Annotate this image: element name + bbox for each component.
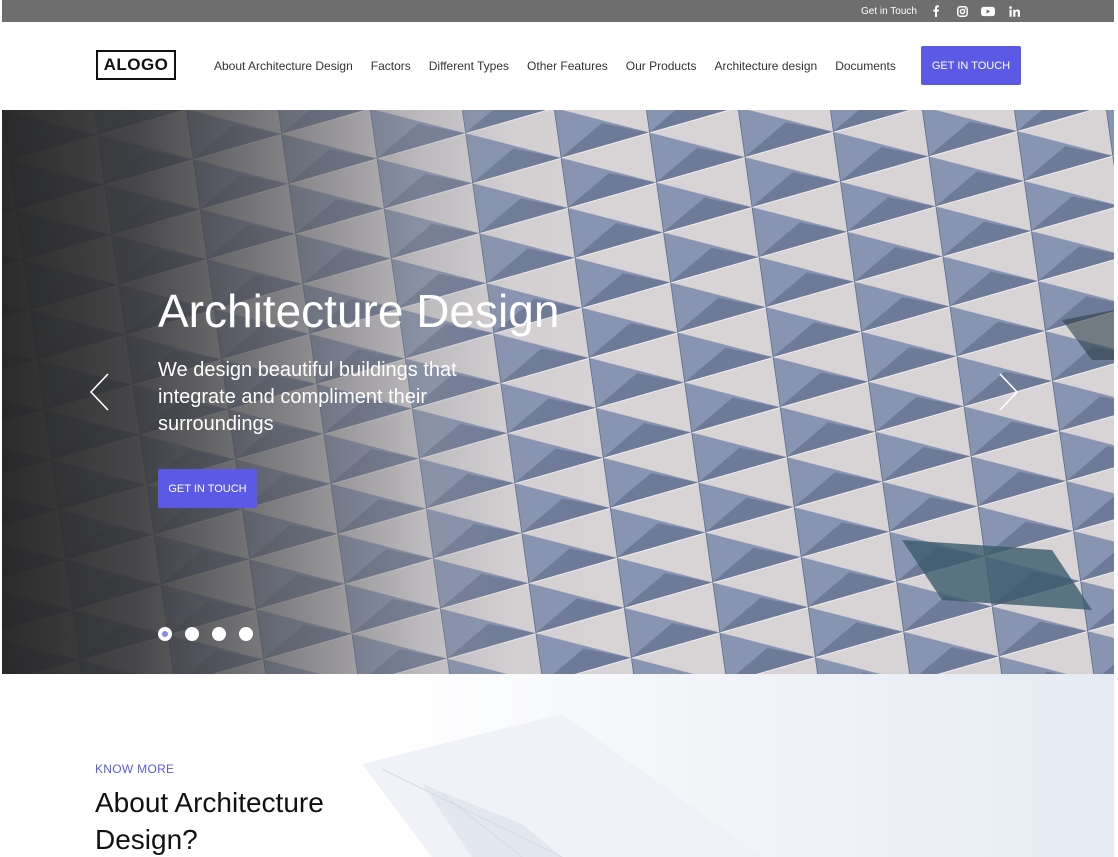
nav-item-our-products[interactable]: Our Products [626, 59, 697, 73]
nav-item-about-architecture-design[interactable]: About Architecture Design [214, 59, 353, 73]
section-eyebrow: KNOW MORE [95, 762, 175, 776]
carousel-dot-4[interactable] [239, 627, 253, 641]
linkedin-icon[interactable] [1007, 4, 1021, 18]
hero-get-in-touch-button[interactable]: GET IN TOUCH [158, 469, 257, 508]
carousel-next-arrow-icon[interactable] [996, 372, 1020, 412]
nav-item-architecture-design[interactable]: Architecture design [714, 59, 817, 73]
nav-item-different-types[interactable]: Different Types [429, 59, 509, 73]
top-bar: Get in Touch [2, 0, 1114, 22]
nav-item-documents[interactable]: Documents [835, 59, 896, 73]
about-section: KNOW MORE About Architecture Design? [2, 674, 1114, 857]
main-nav: About Architecture Design Factors Differ… [214, 46, 914, 86]
youtube-icon[interactable] [981, 4, 995, 18]
facebook-icon[interactable] [929, 4, 943, 18]
carousel-indicators [158, 627, 253, 641]
nav-item-other-features[interactable]: Other Features [527, 59, 608, 73]
get-in-touch-link[interactable]: Get in Touch [861, 6, 917, 17]
top-bar-links: Get in Touch [861, 0, 1021, 22]
hero-carousel: Architecture Design We design beautiful … [2, 110, 1114, 674]
header-get-in-touch-button[interactable]: GET IN TOUCH [921, 46, 1021, 85]
carousel-prev-arrow-icon[interactable] [88, 372, 112, 412]
carousel-dot-3[interactable] [212, 627, 226, 641]
page: Get in Touch ALOGO About Architecture De… [2, 0, 1114, 857]
site-header: ALOGO About Architecture Design Factors … [2, 22, 1114, 110]
instagram-icon[interactable] [955, 4, 969, 18]
logo[interactable]: ALOGO [96, 50, 176, 80]
section-title: About Architecture Design? [95, 787, 324, 855]
hero-title: Architecture Design [158, 285, 560, 337]
hero-subtitle: We design beautiful buildings that integ… [158, 359, 457, 435]
nav-item-factors[interactable]: Factors [371, 59, 411, 73]
carousel-dot-2[interactable] [185, 627, 199, 641]
carousel-dot-1[interactable] [158, 627, 172, 641]
